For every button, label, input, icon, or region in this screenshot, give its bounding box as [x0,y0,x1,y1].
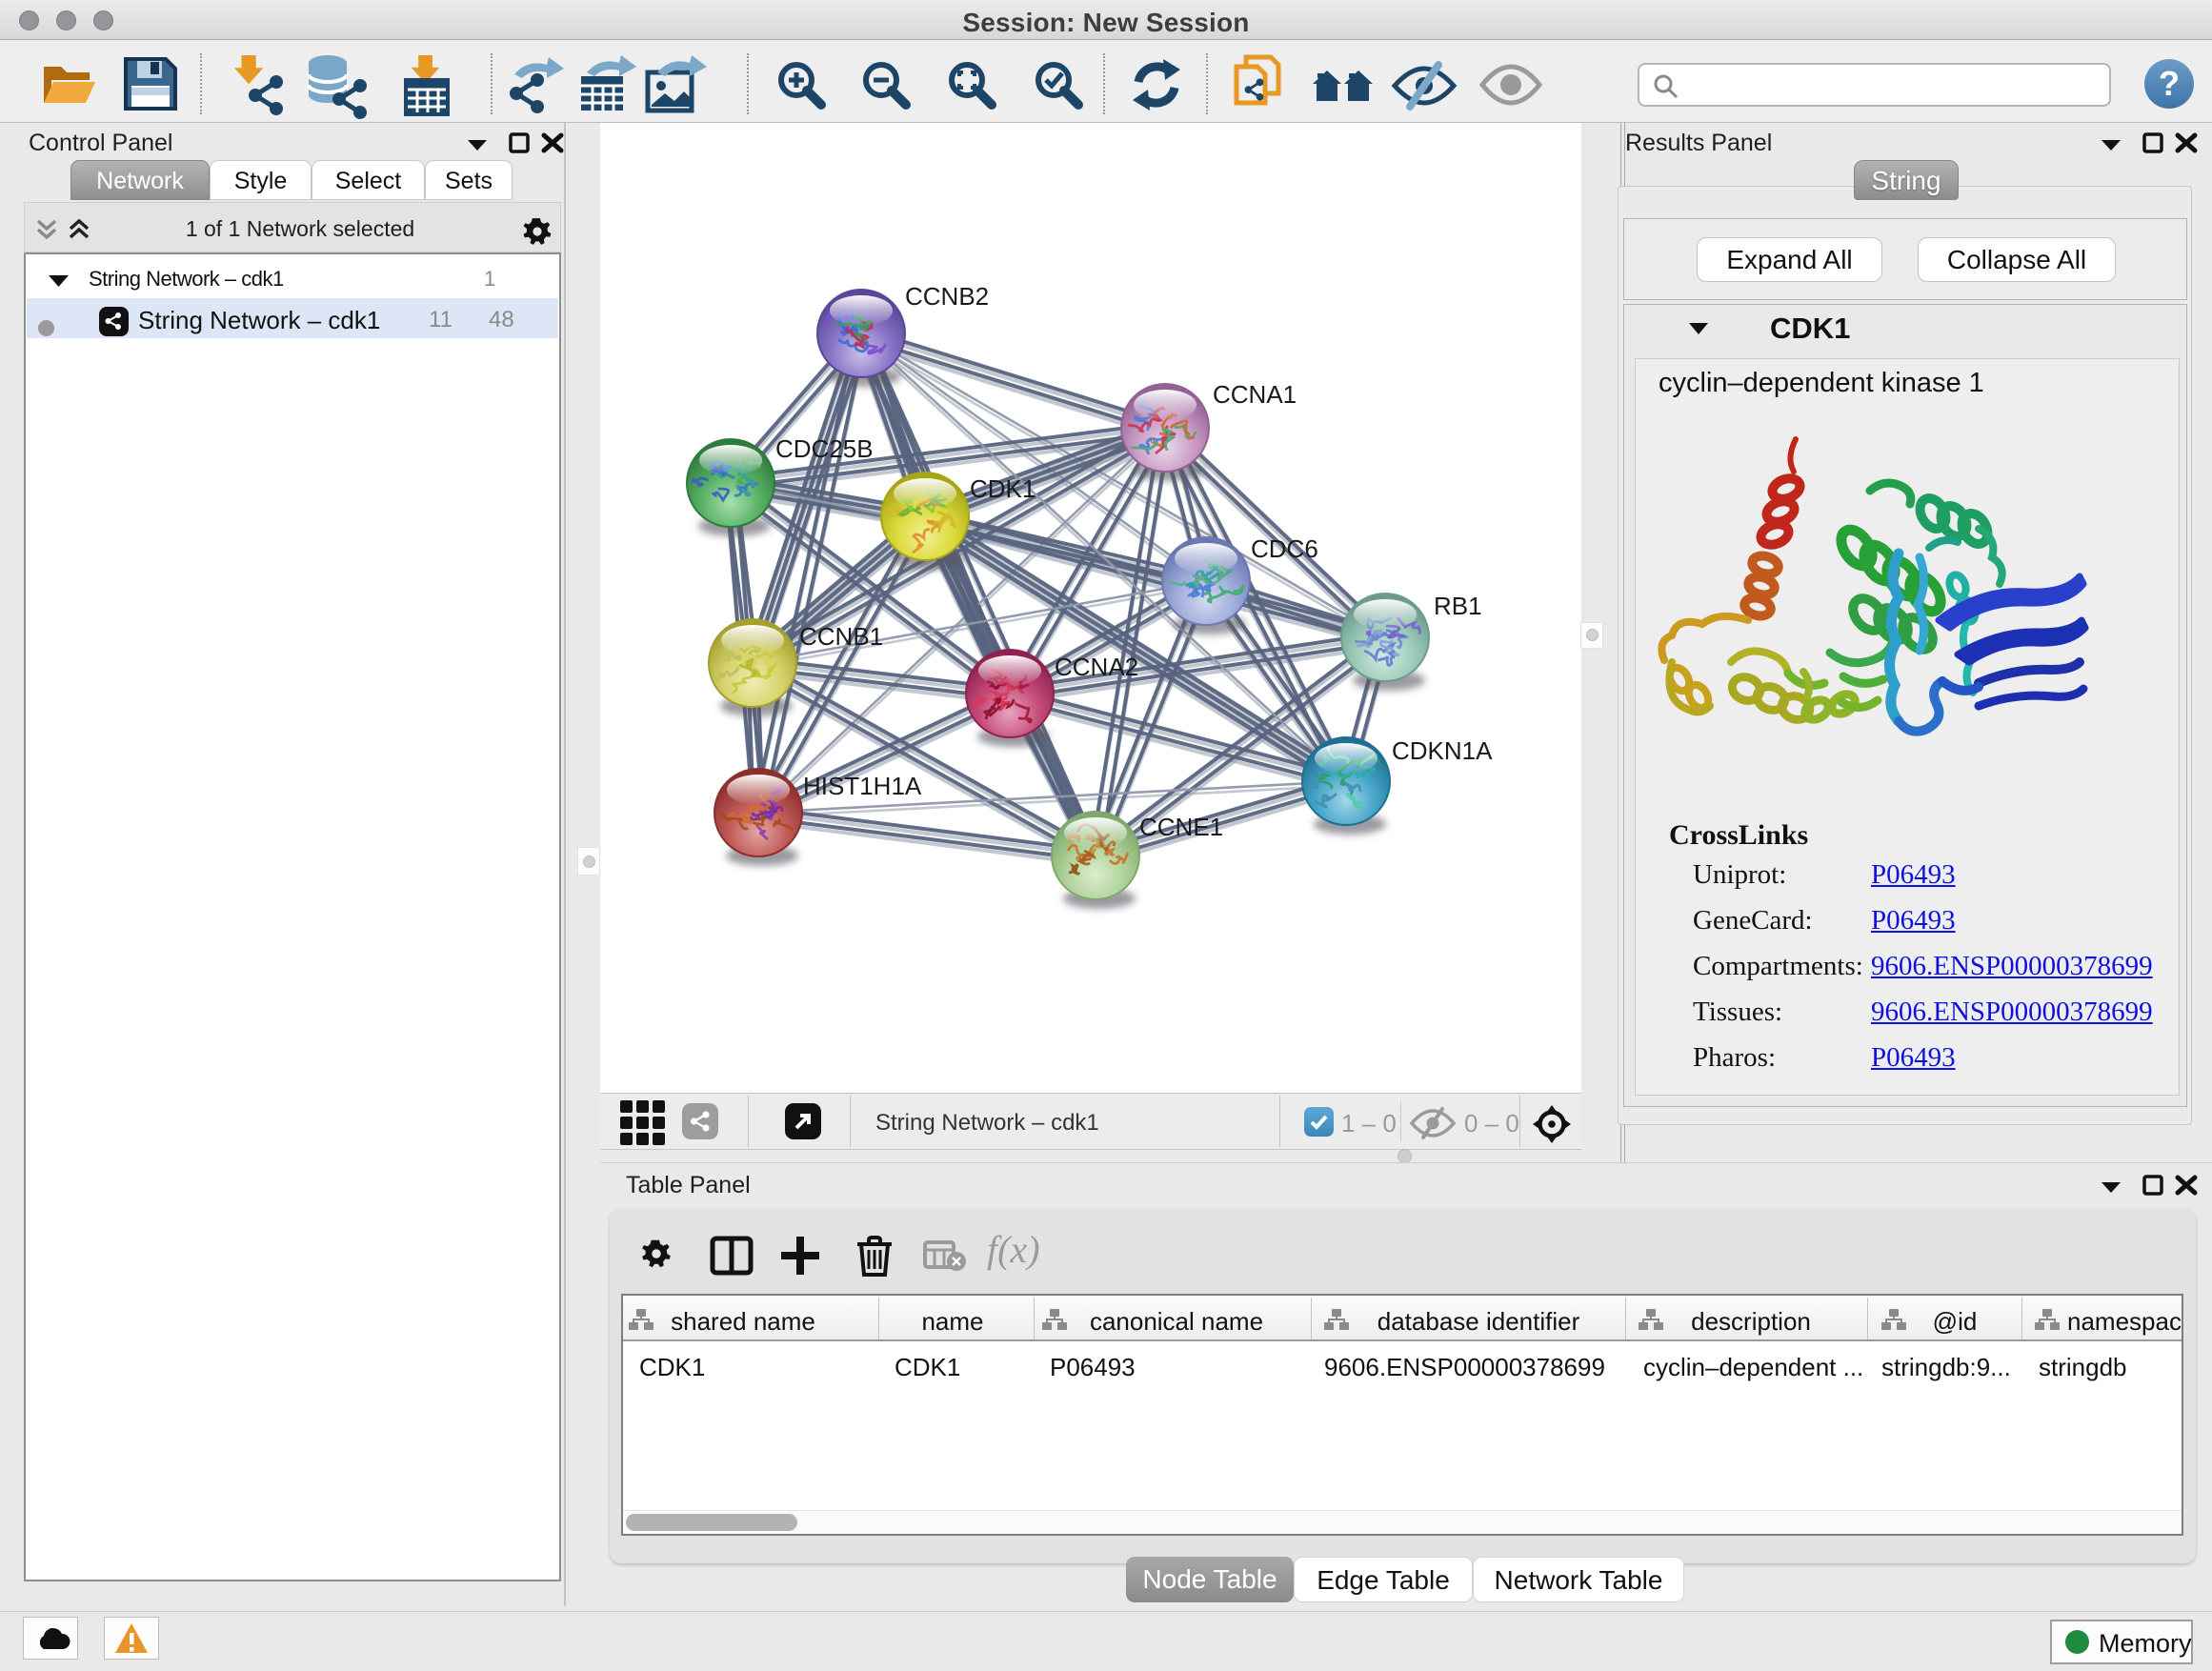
svg-text:CCNA2: CCNA2 [1055,653,1138,681]
svg-text:CCNA1: CCNA1 [1213,380,1297,409]
svg-text:CCNB2: CCNB2 [905,282,989,311]
svg-text:HIST1H1A: HIST1H1A [803,772,922,800]
svg-text:CDK1: CDK1 [970,474,1036,503]
svg-text:CDC6: CDC6 [1251,534,1318,563]
svg-text:CDC25B: CDC25B [775,434,874,463]
svg-text:CCNB1: CCNB1 [799,622,883,651]
svg-text:CDKN1A: CDKN1A [1392,736,1493,765]
svg-text:RB1: RB1 [1434,592,1482,620]
svg-text:CCNE1: CCNE1 [1139,813,1223,841]
